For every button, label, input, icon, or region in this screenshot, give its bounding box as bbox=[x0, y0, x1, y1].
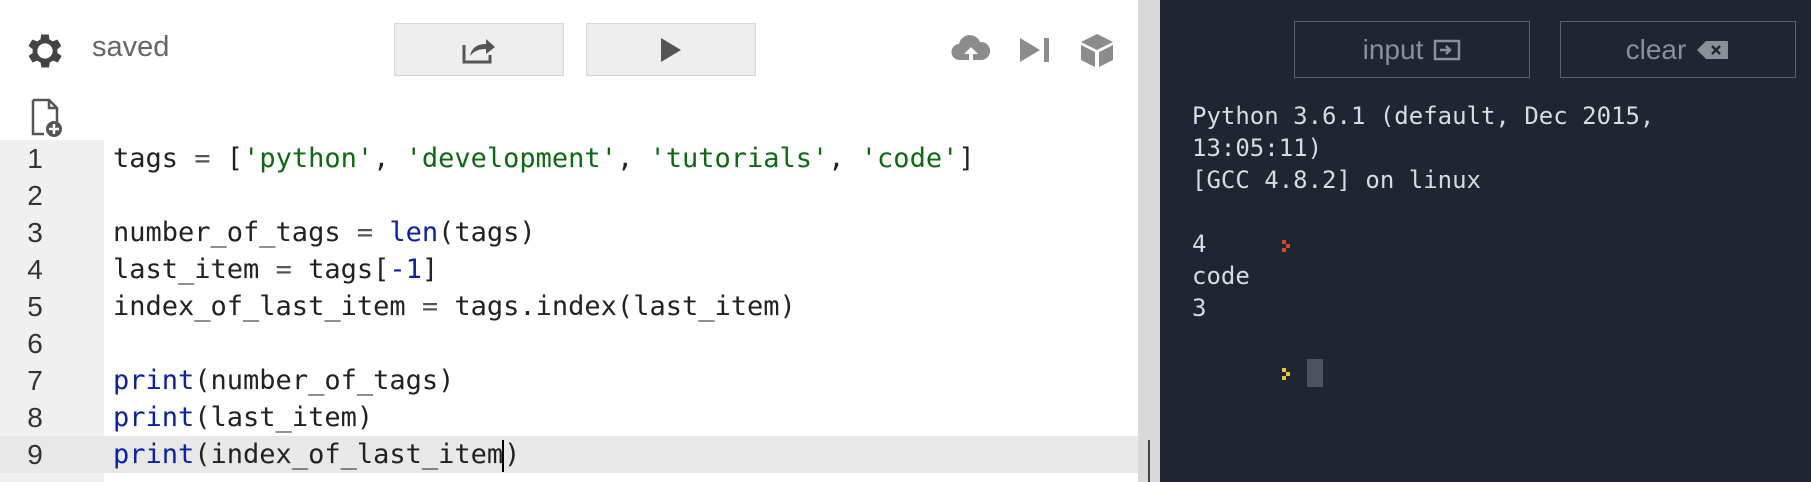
backspace-icon bbox=[1697, 40, 1729, 59]
code-line-active[interactable]: 9 print(index_of_last_item) bbox=[0, 436, 1140, 473]
line-number: 9 bbox=[27, 439, 43, 470]
clear-button-label: clear bbox=[1625, 33, 1687, 65]
line-number: 5 bbox=[27, 291, 43, 322]
prompt-yellow-icon bbox=[1281, 368, 1290, 380]
editor-panel: saved 1 tags = ['python', 'development',… bbox=[0, 0, 1140, 482]
text-cursor bbox=[502, 439, 505, 472]
code-text: tags = ['python', 'development', 'tutori… bbox=[113, 143, 975, 174]
new-file-icon[interactable] bbox=[30, 98, 64, 138]
code-text: last_item = tags[-1] bbox=[113, 254, 439, 285]
line-number: 8 bbox=[27, 402, 43, 433]
share-icon bbox=[462, 38, 495, 63]
code-line[interactable]: 2 bbox=[0, 177, 1140, 214]
editor-toolbar: saved bbox=[0, 0, 1140, 100]
console-prompt bbox=[1192, 196, 1802, 252]
panel-divider[interactable] bbox=[1138, 0, 1160, 482]
cloud-upload-icon[interactable] bbox=[950, 30, 992, 70]
line-number: 2 bbox=[27, 180, 43, 211]
console-input-prompt[interactable] bbox=[1192, 324, 1802, 387]
line-number: 6 bbox=[27, 328, 43, 359]
scrollbar-handle[interactable] bbox=[1148, 440, 1150, 482]
input-icon bbox=[1434, 39, 1461, 60]
code-line[interactable]: 1 tags = ['python', 'development', 'tuto… bbox=[0, 140, 1140, 177]
play-icon bbox=[661, 37, 681, 62]
save-status: saved bbox=[92, 31, 170, 63]
code-line[interactable]: 7 print(number_of_tags) bbox=[0, 362, 1140, 399]
share-button[interactable] bbox=[394, 23, 564, 76]
prompt-red-icon bbox=[1281, 240, 1290, 252]
console-cursor bbox=[1306, 359, 1323, 387]
input-button[interactable]: input bbox=[1294, 21, 1530, 78]
step-forward-icon[interactable] bbox=[1014, 30, 1056, 70]
box-icon[interactable] bbox=[1076, 30, 1118, 70]
code-editor[interactable]: 1 tags = ['python', 'development', 'tuto… bbox=[0, 140, 1140, 482]
console-line: code bbox=[1192, 262, 1250, 290]
line-number: 4 bbox=[27, 254, 43, 285]
console-line: Python 3.6.1 (default, Dec 2015, bbox=[1192, 102, 1655, 130]
code-line[interactable]: 4 last_item = tags[-1] bbox=[0, 251, 1140, 288]
line-number: 1 bbox=[27, 143, 43, 174]
console-line: [GCC 4.8.2] on linux bbox=[1192, 166, 1481, 194]
input-button-label: input bbox=[1362, 33, 1424, 65]
line-number: 7 bbox=[27, 365, 43, 396]
gear-icon[interactable] bbox=[22, 28, 68, 74]
clear-button[interactable]: clear bbox=[1560, 21, 1796, 78]
code-text: number_of_tags = len(tags) bbox=[113, 217, 536, 248]
console-panel: input clear Python 3.6.1 (default, Dec 2… bbox=[1160, 0, 1811, 482]
code-line[interactable]: 3 number_of_tags = len(tags) bbox=[0, 214, 1140, 251]
code-text: print(last_item) bbox=[113, 402, 374, 433]
line-number: 3 bbox=[27, 217, 43, 248]
code-line[interactable]: 5 index_of_last_item = tags.index(last_i… bbox=[0, 288, 1140, 325]
console-line: 13:05:11) bbox=[1192, 134, 1323, 162]
run-button[interactable] bbox=[586, 23, 756, 76]
code-line[interactable]: 8 print(last_item) bbox=[0, 399, 1140, 436]
console-line: 3 bbox=[1192, 294, 1207, 322]
code-text: print(number_of_tags) bbox=[113, 365, 455, 396]
code-text: print(index_of_last_item) bbox=[113, 439, 521, 472]
code-text: index_of_last_item = tags.index(last_ite… bbox=[113, 291, 796, 322]
code-line[interactable]: 6 bbox=[0, 325, 1140, 362]
console-output[interactable]: Python 3.6.1 (default, Dec 2015, 13:05:1… bbox=[1192, 100, 1802, 387]
